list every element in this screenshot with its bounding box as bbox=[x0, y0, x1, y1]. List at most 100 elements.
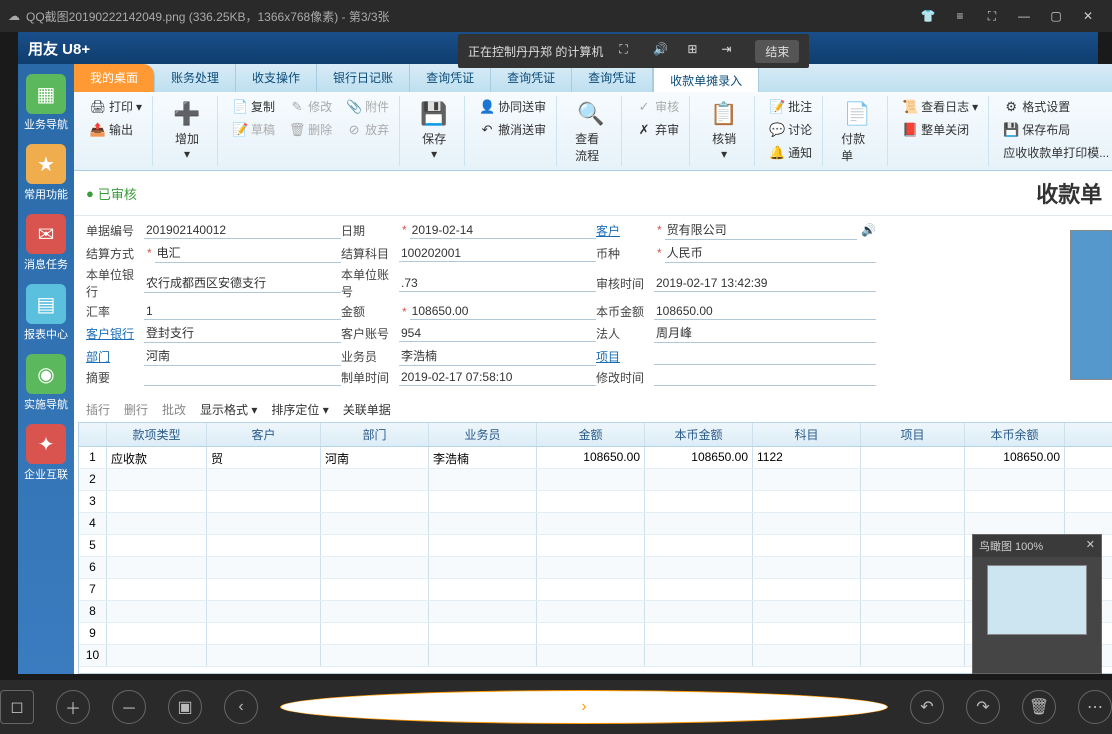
discard-icon: ⊘ bbox=[346, 122, 362, 138]
tab-income-expense[interactable]: 收支操作 bbox=[236, 64, 317, 92]
add-button[interactable]: ➕增加 ▾ bbox=[165, 96, 209, 163]
col-subject[interactable]: 科目 bbox=[753, 423, 861, 446]
save-button[interactable]: 💾保存 ▾ bbox=[412, 96, 456, 163]
table-row[interactable]: 6 bbox=[79, 557, 1112, 579]
attach-icon: 📎 bbox=[346, 99, 362, 115]
tab-query-voucher-1[interactable]: 查询凭证 bbox=[410, 64, 491, 92]
more-button[interactable]: ⋯ bbox=[1078, 690, 1112, 724]
col-type[interactable]: 款项类型 bbox=[107, 423, 207, 446]
col-base-amount[interactable]: 本币金额 bbox=[645, 423, 753, 446]
table-row[interactable]: 8 bbox=[79, 601, 1112, 623]
exit-icon[interactable]: ⇥ bbox=[721, 42, 739, 60]
col-amount[interactable]: 金额 bbox=[537, 423, 645, 446]
output-button[interactable]: 📤输出 bbox=[88, 119, 144, 140]
crop-button[interactable]: ◻ bbox=[0, 690, 34, 724]
dept-value: 河南 bbox=[144, 346, 341, 366]
save-layout-button[interactable]: 💾保存布局 bbox=[1001, 119, 1112, 140]
col-project[interactable]: 项目 bbox=[861, 423, 965, 446]
fullscreen-icon[interactable]: ⛶ bbox=[976, 9, 1008, 24]
tab-query-voucher-2[interactable]: 查询凭证 bbox=[491, 64, 572, 92]
birdview-thumbnail[interactable] bbox=[987, 565, 1087, 635]
next-button[interactable]: › bbox=[280, 690, 888, 724]
sidebar-item-messages[interactable]: ✉消息任务 bbox=[18, 210, 74, 276]
col-customer[interactable]: 客户 bbox=[207, 423, 321, 446]
birdview-panel[interactable]: 鸟瞰图 100%✕ bbox=[972, 534, 1102, 674]
tab-query-voucher-3[interactable]: 查询凭证 bbox=[572, 64, 653, 92]
birdview-close-icon[interactable]: ✕ bbox=[1086, 538, 1095, 554]
minimize-icon[interactable]: — bbox=[1008, 9, 1040, 23]
verify-button[interactable]: 📋核销 ▾ bbox=[702, 96, 746, 163]
customer-value: 贸有限公司 bbox=[665, 220, 857, 240]
sidebar-item-biznav[interactable]: ▦业务导航 bbox=[18, 70, 74, 136]
delete-button[interactable]: 🗑删除 bbox=[287, 119, 334, 140]
zoom-out-button[interactable]: － bbox=[112, 690, 146, 724]
tab-bank-journal[interactable]: 银行日记账 bbox=[317, 64, 410, 92]
table-row[interactable]: 9 bbox=[79, 623, 1112, 645]
table-row[interactable]: 5 bbox=[79, 535, 1112, 557]
format-button[interactable]: ⚙格式设置 bbox=[1001, 96, 1112, 117]
cosign-button[interactable]: 👤协同送审 bbox=[477, 96, 548, 117]
print-button[interactable]: 🖨打印 ▾ bbox=[88, 96, 144, 117]
discuss-button[interactable]: 💬讨论 bbox=[767, 119, 814, 140]
table-row[interactable]: 1应收款贸河南李浩楠108650.00108650.001122108650.0… bbox=[79, 447, 1112, 469]
view-flow-button[interactable]: 🔍查看流程 bbox=[569, 96, 613, 166]
view-log-button[interactable]: 📜查看日志 ▾ bbox=[900, 96, 980, 117]
discard-button[interactable]: ⊘放弃 bbox=[344, 119, 391, 140]
rotate-left-button[interactable]: ↶ bbox=[910, 690, 944, 724]
close-icon[interactable]: ✕ bbox=[1072, 9, 1104, 23]
table-row[interactable]: 4 bbox=[79, 513, 1112, 535]
table-row[interactable]: 2 bbox=[79, 469, 1112, 491]
notify-button[interactable]: 🔔通知 bbox=[767, 142, 814, 163]
tshirt-icon[interactable]: 👕 bbox=[912, 9, 944, 23]
lookup-icon[interactable]: 🔊 bbox=[861, 223, 876, 237]
trash-button[interactable]: 🗑 bbox=[1022, 690, 1056, 724]
fit-button[interactable]: ▣ bbox=[168, 690, 202, 724]
rotate-right-button[interactable]: ↷ bbox=[966, 690, 1000, 724]
maximize-icon[interactable]: ▢ bbox=[1040, 9, 1072, 23]
display-format-dropdown[interactable]: 显示格式 bbox=[200, 401, 257, 418]
batch-edit-button[interactable]: 批改 bbox=[162, 401, 186, 418]
payment-button[interactable]: 📄付款单 bbox=[835, 96, 879, 166]
sidebar-item-reports[interactable]: ▤报表中心 bbox=[18, 280, 74, 346]
table-row[interactable]: 7 bbox=[79, 579, 1112, 601]
col-balance[interactable]: 本币余额 bbox=[965, 423, 1065, 446]
abandon-audit-button[interactable]: ✗弃审 bbox=[634, 119, 681, 140]
mail-icon: ✉ bbox=[26, 214, 66, 254]
undo-cosign-button[interactable]: ↶撤消送审 bbox=[477, 119, 548, 140]
sidebar-item-impl[interactable]: ◉实施导航 bbox=[18, 350, 74, 416]
col-sales[interactable]: 业务员 bbox=[429, 423, 537, 446]
tab-receipt-entry[interactable]: 收款单摊录入 bbox=[653, 66, 759, 92]
table-row[interactable]: 10 bbox=[79, 645, 1112, 667]
zoom-in-button[interactable]: ＋ bbox=[56, 690, 90, 724]
related-doc-button[interactable]: 关联单据 bbox=[343, 401, 391, 418]
customer-label[interactable]: 客户 bbox=[596, 222, 654, 239]
audit-button[interactable]: ✓审核 bbox=[634, 96, 681, 117]
delete-row-button[interactable]: 删行 bbox=[124, 401, 148, 418]
comment-button[interactable]: 📝批注 bbox=[767, 96, 814, 117]
table-row[interactable]: 3 bbox=[79, 491, 1112, 513]
insert-row-button[interactable]: 插行 bbox=[86, 401, 110, 418]
menu-icon[interactable]: ≡ bbox=[944, 9, 976, 23]
side-preview-strip[interactable] bbox=[1070, 230, 1112, 380]
check-icon: ✓ bbox=[636, 99, 652, 115]
copy-button[interactable]: 📄复制 bbox=[230, 96, 277, 117]
print-template-button[interactable]: 应收收款单打印模... ▾ bbox=[1001, 142, 1112, 163]
end-remote-button[interactable]: 结束 bbox=[755, 40, 799, 63]
plus-icon[interactable]: ⊞ bbox=[687, 42, 705, 60]
speaker-icon[interactable]: 🔊 bbox=[653, 42, 671, 60]
expand-icon[interactable]: ⛶ bbox=[619, 42, 637, 60]
tab-accounting[interactable]: 账务处理 bbox=[155, 64, 236, 92]
cbank-label[interactable]: 客户银行 bbox=[86, 325, 144, 342]
col-dept[interactable]: 部门 bbox=[321, 423, 429, 446]
modify-button[interactable]: ✎修改 bbox=[287, 96, 334, 117]
tab-home[interactable]: 我的桌面 bbox=[74, 64, 155, 92]
sort-position-dropdown[interactable]: 排序定位 bbox=[271, 401, 328, 418]
sidebar-item-enterprise[interactable]: ✦企业互联 bbox=[18, 420, 74, 486]
project-label[interactable]: 项目 bbox=[596, 348, 654, 365]
draft-button[interactable]: 📝草稿 bbox=[230, 119, 277, 140]
full-close-button[interactable]: 📕整单关闭 bbox=[900, 119, 980, 140]
dept-label[interactable]: 部门 bbox=[86, 348, 144, 365]
prev-button[interactable]: ‹ bbox=[224, 690, 258, 724]
sidebar-item-favorites[interactable]: ★常用功能 bbox=[18, 140, 74, 206]
attach-button[interactable]: 📎附件 bbox=[344, 96, 391, 117]
